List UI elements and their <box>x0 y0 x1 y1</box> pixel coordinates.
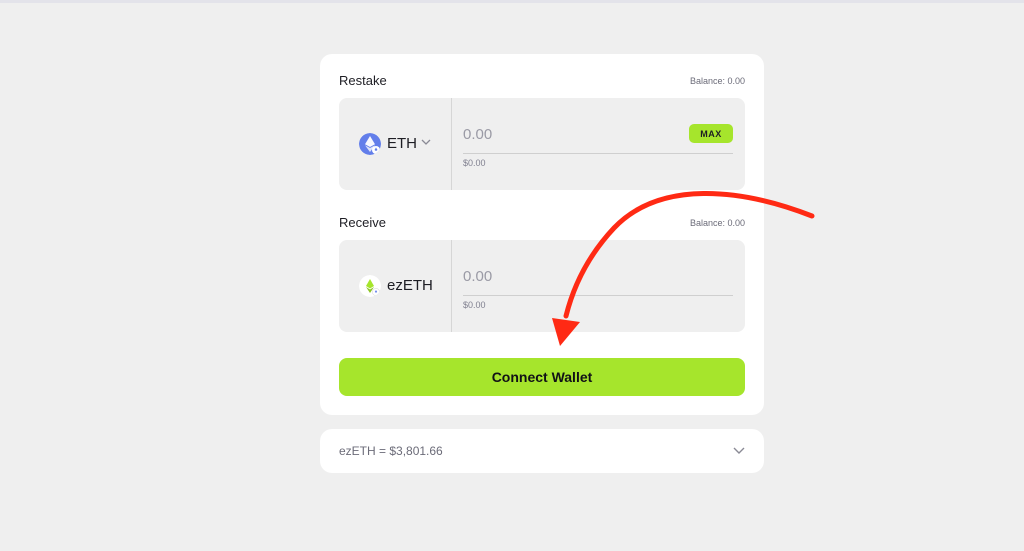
exchange-rate-text: ezETH = $3,801.66 <box>339 444 443 458</box>
token-name: ETH <box>387 135 417 152</box>
restake-balance: Balance: 0.00 <box>689 76 745 86</box>
exchange-rate-panel[interactable]: ezETH = $3,801.66 <box>320 429 764 473</box>
connect-wallet-button[interactable]: Connect Wallet <box>339 358 745 396</box>
chevron-down-icon[interactable] <box>732 445 746 457</box>
restake-amount-input[interactable]: 0.00 <box>463 126 492 143</box>
restake-card: Restake Balance: 0.00 ETH 0.00 MAX $0.00… <box>320 54 764 415</box>
amount-divider <box>463 153 733 154</box>
receive-amount: 0.00 <box>463 268 493 285</box>
chevron-down-icon <box>421 139 431 145</box>
max-button[interactable]: MAX <box>689 124 733 143</box>
ethereum-icon <box>359 133 381 155</box>
top-border <box>0 0 1024 3</box>
restake-label: Restake <box>339 73 387 88</box>
receive-label: Receive <box>339 215 386 230</box>
amount-divider <box>463 295 733 296</box>
ezeth-icon <box>359 275 381 297</box>
receive-usd-value: $0.00 <box>463 300 486 310</box>
token-name: ezETH <box>387 277 433 294</box>
restake-usd-value: $0.00 <box>463 158 486 168</box>
receive-output-box: ezETH 0.00 $0.00 <box>339 240 745 332</box>
receive-balance: Balance: 0.00 <box>689 218 745 228</box>
restake-input-box: ETH 0.00 MAX $0.00 <box>339 98 745 190</box>
token-selector-eth[interactable]: ETH <box>339 98 452 190</box>
token-display-ezeth: ezETH <box>339 240 452 332</box>
